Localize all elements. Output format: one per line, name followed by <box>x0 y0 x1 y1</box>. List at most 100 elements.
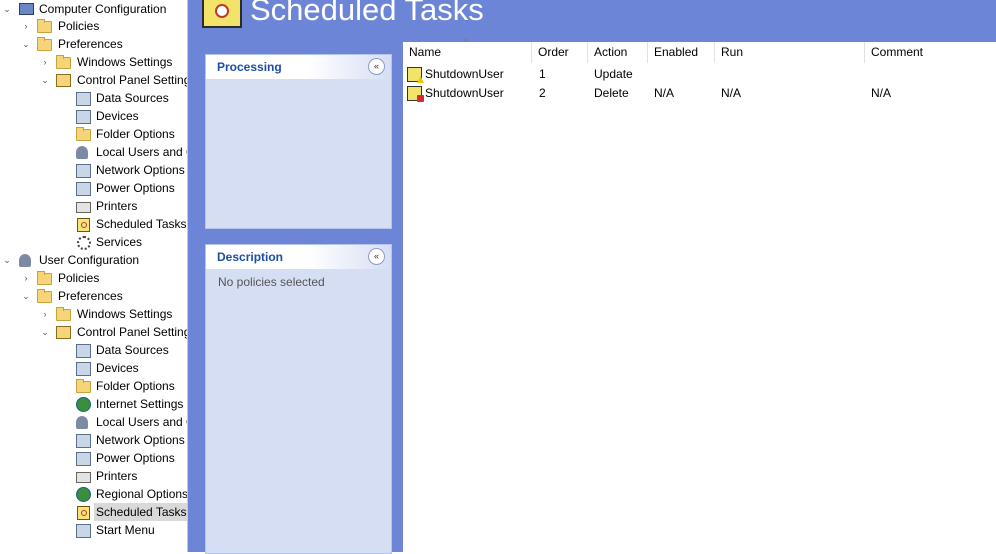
tree-label: Start Menu <box>96 523 155 537</box>
tree-node-user-scheduled-tasks[interactable]: Scheduled Tasks <box>0 503 187 521</box>
tree-node-computer-preferences[interactable]: ⌄ Preferences <box>0 35 187 53</box>
cell-action: Delete <box>594 86 629 100</box>
tree-node-computer-local-users-and-groups[interactable]: Local Users and Groups <box>0 143 187 161</box>
scheduled-tasks-icon <box>77 218 90 232</box>
tree-node-computer-network-options[interactable]: Network Options <box>0 161 187 179</box>
chevron-right-icon[interactable]: › <box>20 269 32 287</box>
column-header-run[interactable]: Run <box>715 42 865 63</box>
network-icon <box>76 434 91 448</box>
tree-node-user-control-panel-settings[interactable]: ⌄ Control Panel Settings <box>0 323 187 341</box>
tree-label: Scheduled Tasks <box>94 503 187 521</box>
column-header-enabled[interactable]: Enabled <box>648 42 715 63</box>
list-header: ^ Name Order Action Enabled Run Comment <box>403 37 996 63</box>
tree-node-user-folder-options[interactable]: Folder Options <box>0 377 187 395</box>
description-text: No policies selected <box>218 275 325 289</box>
collapse-icon[interactable]: « <box>368 248 385 265</box>
gear-icon <box>77 236 91 250</box>
tree-node-computer-power-options[interactable]: Power Options <box>0 179 187 197</box>
chevron-down-icon[interactable]: ⌄ <box>39 71 51 89</box>
cell-name: ShutdownUser <box>425 67 504 81</box>
chevron-right-icon[interactable]: › <box>20 17 32 35</box>
printer-icon <box>76 472 91 483</box>
tree-node-computer-services[interactable]: Services <box>0 233 187 251</box>
chevron-down-icon[interactable]: ⌄ <box>1 251 13 269</box>
tree-node-user-data-sources[interactable]: Data Sources <box>0 341 187 359</box>
collapse-icon[interactable]: « <box>368 58 385 75</box>
description-panel: Description « No policies selected <box>205 244 392 554</box>
tree-node-user-policies[interactable]: › Policies <box>0 269 187 287</box>
navigation-tree: ⌄ Computer Configuration › Policies ⌄ Pr… <box>0 0 188 552</box>
tree-node-user-configuration[interactable]: ⌄ User Configuration <box>0 251 187 269</box>
tree-node-user-network-options[interactable]: Network Options <box>0 431 187 449</box>
tree-node-user-preferences[interactable]: ⌄ Preferences <box>0 287 187 305</box>
tree-label: Preferences <box>58 37 123 51</box>
tree-label: Data Sources <box>96 91 169 105</box>
scheduled-tasks-icon <box>202 0 242 28</box>
page-header: Scheduled Tasks <box>188 0 996 42</box>
tree-node-user-power-options[interactable]: Power Options <box>0 449 187 467</box>
folder-options-icon <box>76 127 91 141</box>
cell-action: Update <box>594 67 633 81</box>
tree-node-computer-policies[interactable]: › Policies <box>0 17 187 35</box>
scheduled-tasks-icon <box>77 506 90 520</box>
chevron-down-icon[interactable]: ⌄ <box>20 35 32 53</box>
tree-label: Policies <box>58 19 100 33</box>
tree-label: Folder Options <box>96 379 175 393</box>
tree-label: Network Options <box>96 433 185 447</box>
tree-node-computer-folder-options[interactable]: Folder Options <box>0 125 187 143</box>
tree-label: Data Sources <box>96 343 169 357</box>
cell-order: 2 <box>539 86 546 100</box>
tree-label: Power Options <box>96 181 175 195</box>
tree-node-user-start-menu[interactable]: Start Menu <box>0 521 187 539</box>
printer-icon <box>76 202 91 213</box>
chevron-down-icon[interactable]: ⌄ <box>1 0 13 18</box>
tree-node-computer-control-panel-settings[interactable]: ⌄ Control Panel Settings <box>0 71 187 89</box>
cell-name: ShutdownUser <box>425 86 504 100</box>
tree-node-computer-windows-settings[interactable]: › Windows Settings <box>0 53 187 71</box>
task-pane: Processing « Description « No policies s… <box>188 42 403 554</box>
folder-icon <box>37 37 52 51</box>
tree-node-computer-printers[interactable]: Printers <box>0 197 187 215</box>
computer-icon <box>19 3 34 15</box>
users-icon <box>76 416 88 429</box>
tree-node-user-regional-options[interactable]: Regional Options <box>0 485 187 503</box>
chevron-down-icon[interactable]: ⌄ <box>20 287 32 305</box>
internet-icon <box>76 397 91 412</box>
panel-header[interactable]: Processing « <box>206 55 391 79</box>
cell-enabled: N/A <box>654 86 675 100</box>
tree-node-computer-scheduled-tasks[interactable]: Scheduled Tasks <box>0 215 187 233</box>
cell-comment: N/A <box>871 86 892 100</box>
tree-node-user-internet-settings[interactable]: Internet Settings <box>0 395 187 413</box>
chevron-right-icon[interactable]: › <box>39 305 51 323</box>
tree-label: Printers <box>96 469 138 483</box>
table-row[interactable]: ShutdownUser 2 Delete N/A N/A N/A <box>403 84 996 103</box>
tree-label: Network Options <box>96 163 185 177</box>
column-header-order[interactable]: Order <box>532 42 588 63</box>
column-header-action[interactable]: Action <box>588 42 648 63</box>
panel-header[interactable]: Description « <box>206 245 391 269</box>
column-header-comment[interactable]: Comment <box>865 42 996 63</box>
content-area: Scheduled Tasks Processing « Description… <box>188 0 996 554</box>
tree-node-user-printers[interactable]: Printers <box>0 467 187 485</box>
tree-label: Local Users and Groups <box>96 415 187 429</box>
chevron-right-icon[interactable]: › <box>39 53 51 71</box>
tree-label: Windows Settings <box>77 307 173 321</box>
tree-node-user-devices[interactable]: Devices <box>0 359 187 377</box>
power-icon <box>76 182 91 196</box>
devices-icon <box>76 110 91 124</box>
folder-icon <box>37 19 52 33</box>
tree-node-computer-configuration[interactable]: ⌄ Computer Configuration <box>0 0 187 18</box>
tree-node-user-windows-settings[interactable]: › Windows Settings <box>0 305 187 323</box>
control-panel-icon <box>56 326 71 339</box>
tree-label: Computer Configuration <box>39 2 167 16</box>
table-row[interactable]: ShutdownUser 1 Update <box>403 65 996 84</box>
column-header-name[interactable]: Name <box>403 42 532 63</box>
data-sources-icon <box>76 344 91 358</box>
tree-node-computer-devices[interactable]: Devices <box>0 107 187 125</box>
tree-label: Folder Options <box>96 127 175 141</box>
task-delete-icon <box>407 86 424 102</box>
tree-node-user-local-users-and-groups[interactable]: Local Users and Groups <box>0 413 187 431</box>
chevron-down-icon[interactable]: ⌄ <box>39 323 51 341</box>
tree-node-computer-data-sources[interactable]: Data Sources <box>0 89 187 107</box>
cell-order: 1 <box>539 67 546 81</box>
